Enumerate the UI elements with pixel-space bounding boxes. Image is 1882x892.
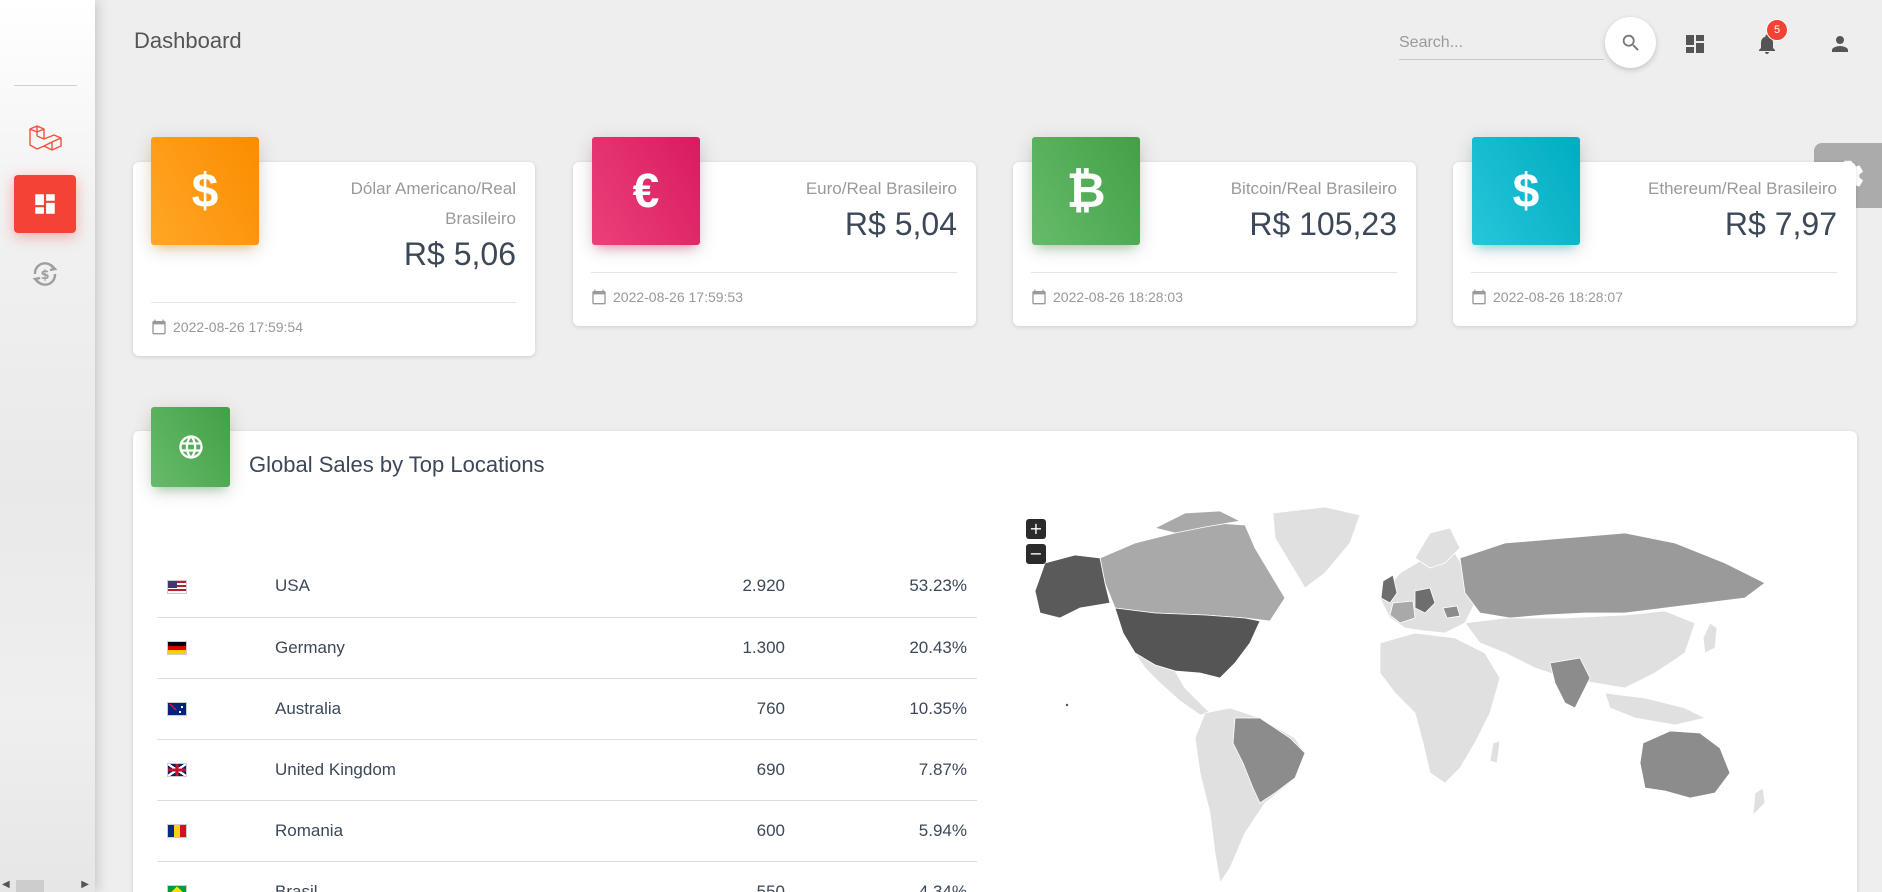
card-footer: 2022-08-26 18:28:07 — [1471, 272, 1837, 305]
map-region-hawaii — [1065, 703, 1069, 707]
map-region-canada — [1099, 522, 1286, 622]
map-region-africa — [1379, 632, 1501, 784]
laravel-logo-icon — [29, 125, 62, 151]
sales-percent: 7.87% — [795, 739, 977, 801]
card-category: Ethereum/Real Brasileiro — [1648, 179, 1837, 198]
country-name: United Kingdom — [265, 739, 625, 801]
world-map[interactable] — [1005, 503, 1825, 892]
svg-text:$: $ — [40, 268, 49, 283]
sales-percent: 20.43% — [795, 617, 977, 679]
map-zoom-out-button[interactable]: − — [1026, 544, 1046, 564]
sidebar-item-dashboard[interactable] — [14, 175, 76, 233]
table-row: Brasil 550 4.34% — [157, 861, 977, 892]
card-footer: 2022-08-26 18:28:03 — [1031, 272, 1397, 305]
table-row: Romania 600 5.94% — [157, 800, 977, 862]
sales-value: 1.300 — [625, 617, 795, 679]
brazil-flag-icon — [167, 885, 187, 892]
sales-percent: 5.94% — [795, 800, 977, 862]
map-region-se-asia — [1604, 692, 1707, 726]
dashboard-icon — [35, 194, 55, 214]
map-region-india — [1549, 657, 1591, 709]
dollar-icon: $ — [1472, 137, 1580, 245]
map-region-alaska — [1034, 554, 1111, 619]
euro-icon: € — [592, 137, 700, 245]
romania-flag-icon — [167, 824, 187, 839]
table-row: Germany 1.300 20.43% — [157, 617, 977, 679]
card-value: R$ 5,06 — [403, 236, 516, 272]
dashboard-icon — [1686, 35, 1704, 53]
sales-value: 550 — [625, 861, 795, 892]
map-region-greenland — [1272, 506, 1361, 589]
dollar-icon: $ — [151, 137, 259, 245]
sidebar: $ ◀ ▶ — [0, 0, 95, 892]
page-title: Dashboard — [134, 28, 242, 53]
search-icon — [1622, 34, 1639, 51]
globe-icon-box — [151, 407, 230, 487]
map-region-australia — [1639, 730, 1731, 799]
country-name: USA — [265, 556, 625, 618]
scroll-left-icon[interactable]: ◀ — [2, 879, 10, 890]
sales-value: 2.920 — [625, 556, 795, 618]
germany-flag-icon — [167, 641, 187, 656]
sales-percent: 4.34% — [795, 861, 977, 892]
search-button[interactable] — [1605, 17, 1656, 68]
sidebar-item-laravel[interactable] — [14, 109, 76, 167]
calendar-icon — [591, 289, 607, 305]
country-name: Australia — [265, 678, 625, 740]
country-name: Germany — [265, 617, 625, 679]
bitcoin-icon: ₿ — [1032, 137, 1140, 245]
sidebar-scrollbar[interactable]: ◀ ▶ — [0, 876, 95, 892]
map-region-russia — [1459, 532, 1766, 619]
sales-value: 600 — [625, 800, 795, 862]
calendar-icon — [151, 319, 167, 335]
uk-flag-icon — [167, 763, 187, 778]
map-region-japan — [1702, 622, 1718, 654]
sales-percent: 53.23% — [795, 556, 977, 618]
card-footer: 2022-08-26 17:59:54 — [151, 302, 516, 335]
globe-icon — [178, 435, 203, 459]
card-value: R$ 5,04 — [844, 206, 957, 242]
card-category: Dólar Americano/Real Brasileiro — [350, 179, 516, 228]
scrollbar-thumb[interactable] — [16, 880, 44, 892]
card-category: Euro/Real Brasileiro — [805, 179, 957, 198]
map-zoom-in-button[interactable]: + — [1026, 519, 1046, 539]
sales-percent: 10.35% — [795, 678, 977, 740]
card-value: R$ 7,97 — [1724, 206, 1837, 242]
sidebar-divider — [14, 85, 77, 86]
sales-title: Global Sales by Top Locations — [249, 452, 545, 477]
calendar-icon — [1031, 289, 1047, 305]
search-input[interactable] — [1399, 26, 1604, 60]
card-category: Bitcoin/Real Brasileiro — [1230, 179, 1397, 198]
card-date: 2022-08-26 18:28:03 — [1053, 289, 1183, 305]
card-footer: 2022-08-26 17:59:53 — [591, 272, 957, 305]
map-region-new-zealand — [1752, 787, 1766, 817]
table-row: Australia 760 10.35% — [157, 678, 977, 740]
card-date: 2022-08-26 18:28:07 — [1493, 289, 1623, 305]
sales-table: USA 2.920 53.23% Germany 1.300 20.43% Au… — [157, 556, 977, 892]
user-menu-button[interactable] — [1822, 26, 1858, 62]
australia-flag-icon — [167, 702, 187, 717]
sales-value: 760 — [625, 678, 795, 740]
calendar-icon — [1471, 289, 1487, 305]
person-icon — [1832, 36, 1848, 52]
country-name: Brasil — [265, 861, 625, 892]
table-row: United Kingdom 690 7.87% — [157, 739, 977, 801]
card-date: 2022-08-26 17:59:53 — [613, 289, 743, 305]
nav-dashboard-button[interactable] — [1677, 26, 1713, 62]
map-region-usa — [1114, 607, 1261, 679]
usa-flag-icon — [167, 579, 187, 594]
card-value: R$ 105,23 — [1249, 206, 1397, 242]
currency-exchange-icon: $ — [32, 262, 58, 286]
sales-value: 690 — [625, 739, 795, 801]
country-name: Romania — [265, 800, 625, 862]
sidebar-item-exchange[interactable]: $ — [14, 245, 76, 303]
map-region-madagascar — [1489, 740, 1501, 764]
notification-badge: 5 — [1766, 19, 1788, 41]
card-date: 2022-08-26 17:59:54 — [173, 319, 303, 335]
scroll-right-icon[interactable]: ▶ — [81, 879, 89, 890]
table-row: USA 2.920 53.23% — [157, 556, 977, 618]
